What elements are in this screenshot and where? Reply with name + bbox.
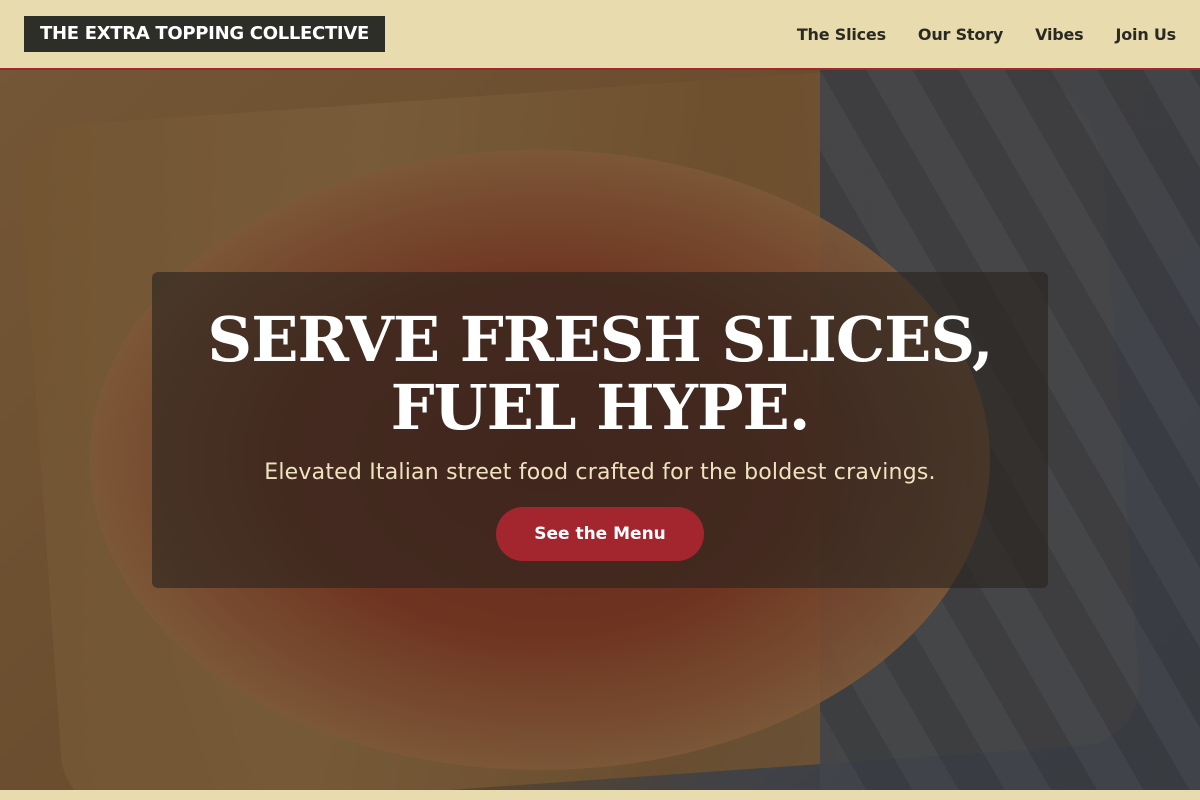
- hero-subheadline: Elevated Italian street food crafted for…: [264, 460, 936, 485]
- hero-headline-line2: FUEL HYPE.: [390, 371, 811, 444]
- site-logo[interactable]: THE EXTRA TOPPING COLLECTIVE: [24, 16, 385, 52]
- see-menu-button[interactable]: See the Menu: [496, 507, 704, 561]
- nav-link-join-us[interactable]: Join Us: [1115, 25, 1176, 44]
- hero-card: SERVE FRESH SLICES, FUEL HYPE. Elevated …: [152, 272, 1048, 588]
- page-bottom-strip: [0, 790, 1200, 800]
- site-header: THE EXTRA TOPPING COLLECTIVE The Slices …: [0, 0, 1200, 70]
- hero-section: SERVE FRESH SLICES, FUEL HYPE. Elevated …: [0, 70, 1200, 790]
- hero-headline: SERVE FRESH SLICES, FUEL HYPE.: [207, 303, 993, 444]
- nav-link-our-story[interactable]: Our Story: [918, 25, 1003, 44]
- nav-link-the-slices[interactable]: The Slices: [797, 25, 886, 44]
- hero-headline-line1: SERVE FRESH SLICES,: [207, 303, 993, 376]
- nav-link-vibes[interactable]: Vibes: [1035, 25, 1084, 44]
- main-nav: The Slices Our Story Vibes Join Us: [797, 25, 1176, 44]
